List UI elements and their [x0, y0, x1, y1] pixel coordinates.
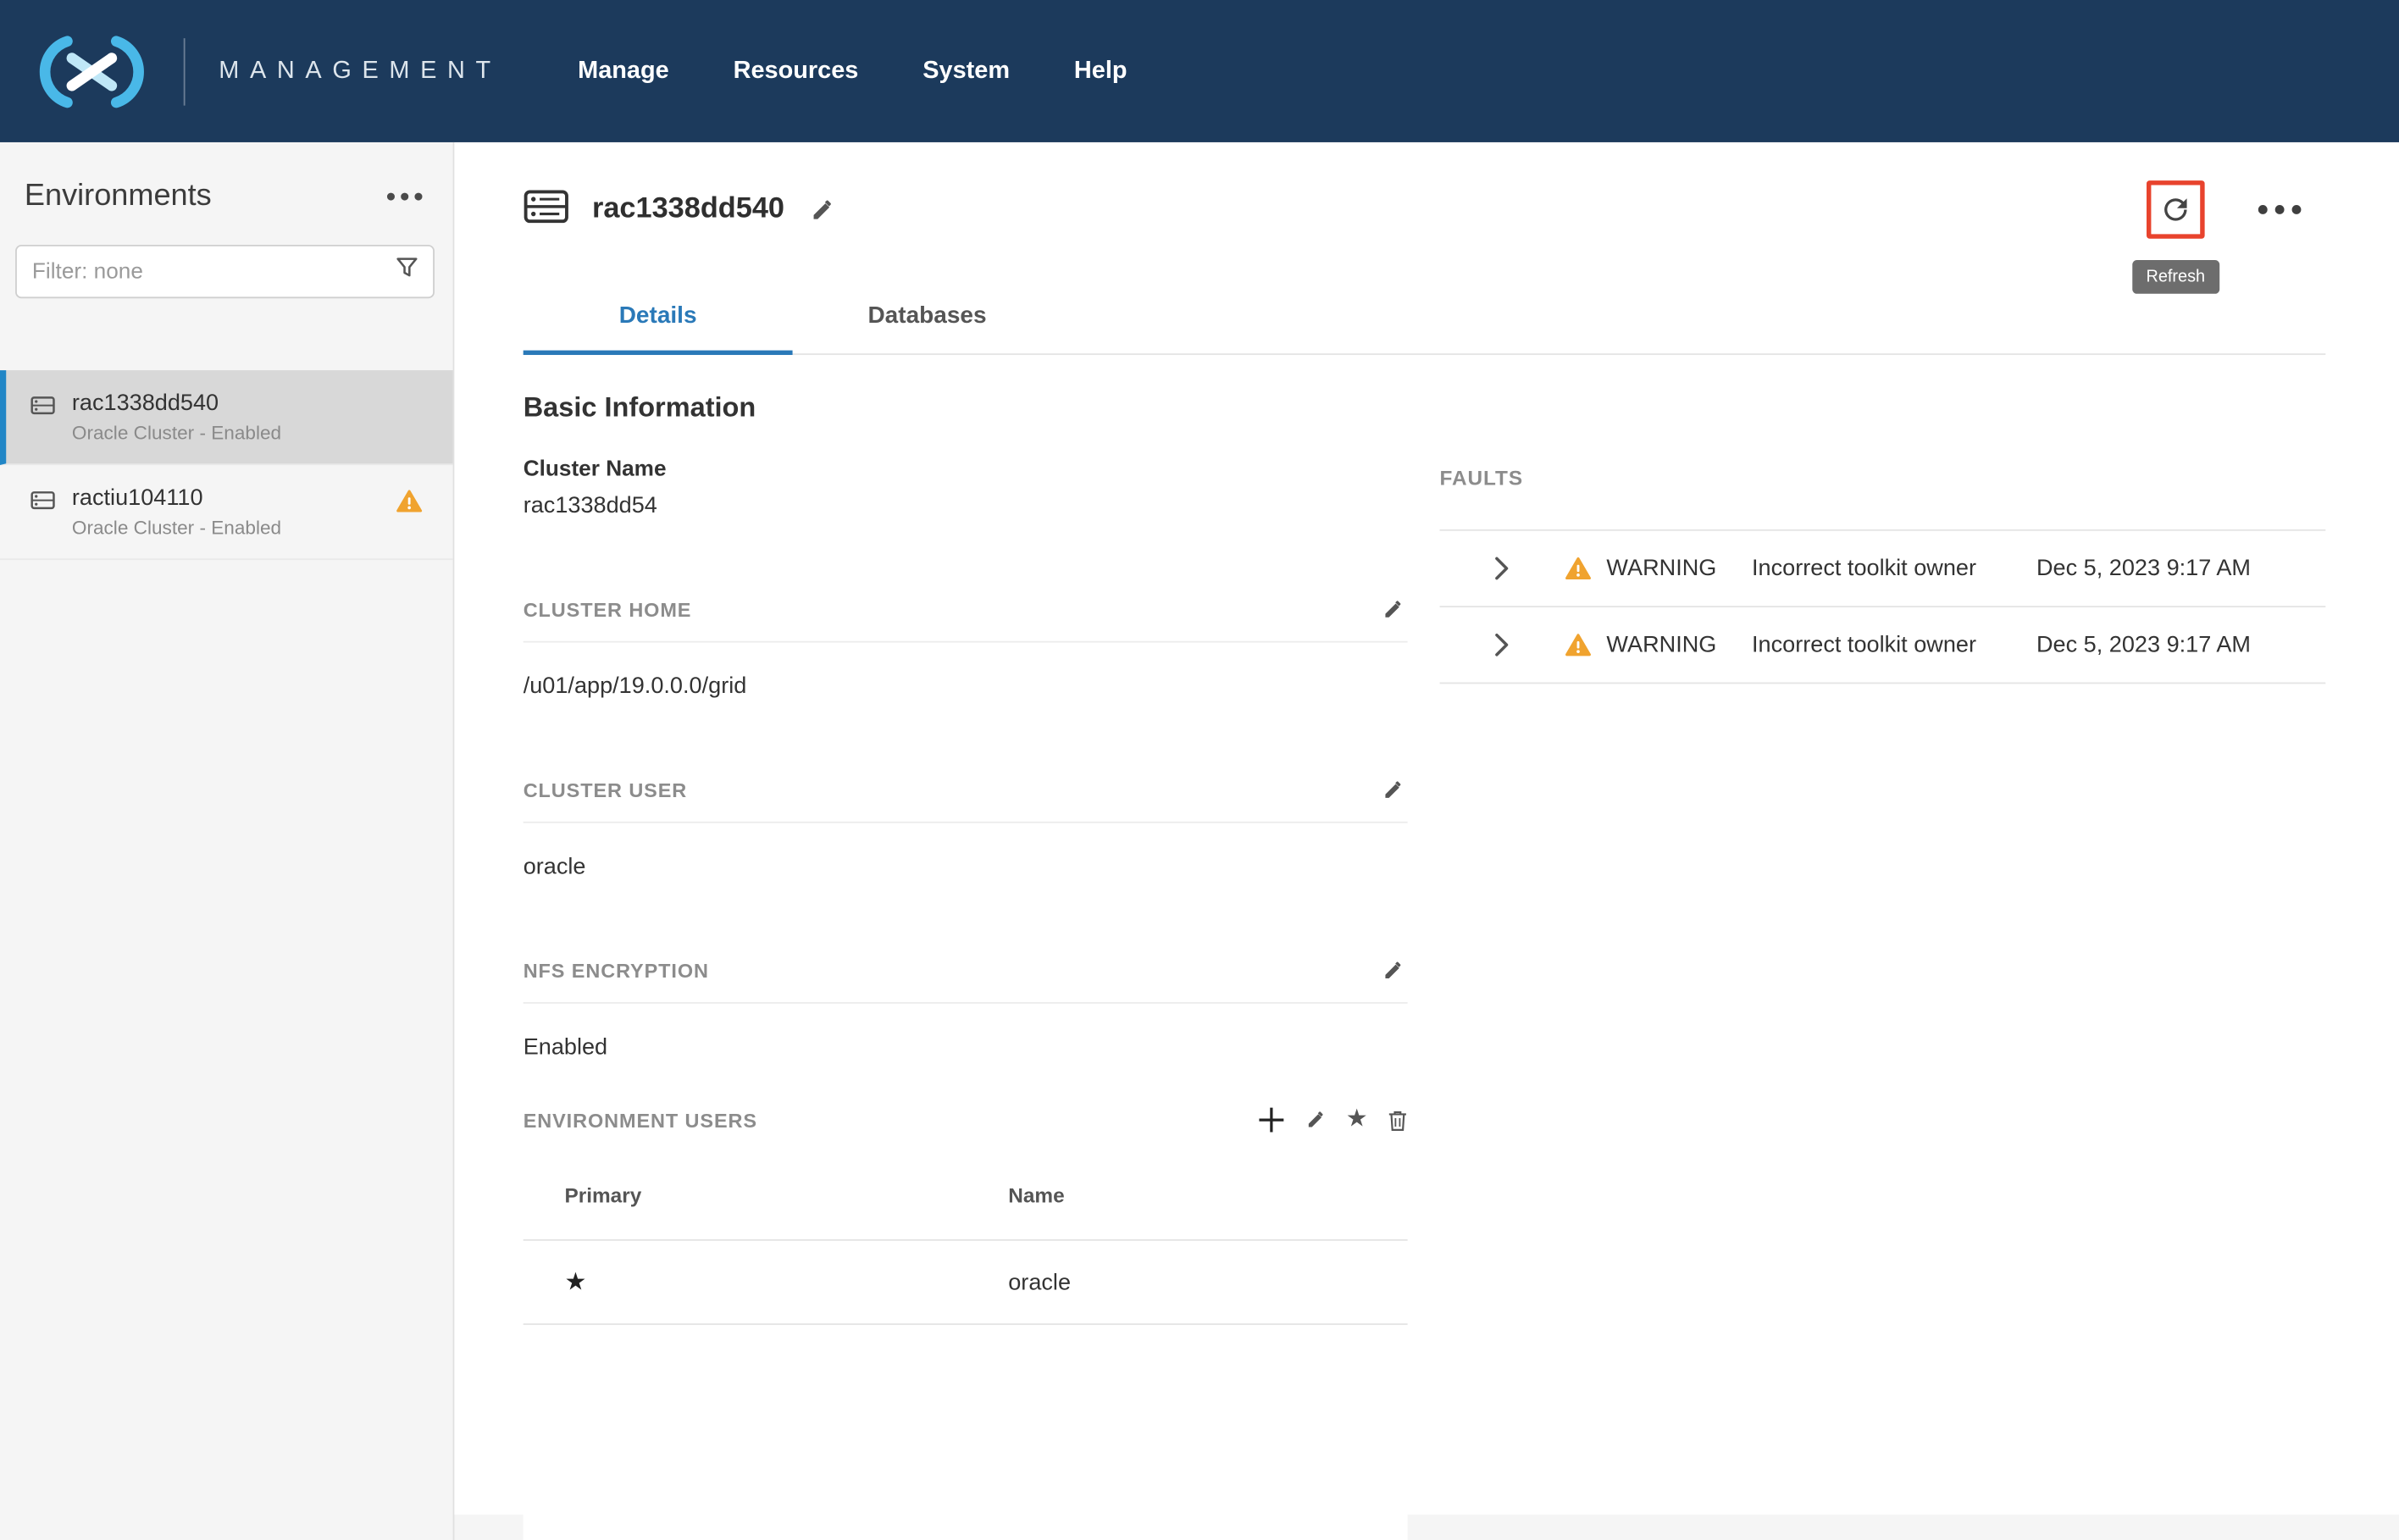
table-row[interactable]: ★ oracle: [524, 1241, 1408, 1325]
edit-nfs-encryption-pencil-icon[interactable]: [1378, 956, 1407, 985]
env-item-rac1338dd540[interactable]: rac1338dd540 Oracle Cluster - Enabled: [0, 370, 453, 465]
env-item-subtitle: Oracle Cluster - Enabled: [72, 422, 281, 443]
fault-description: Incorrect toolkit owner: [1752, 556, 2036, 582]
page-title: rac1338dd540: [592, 193, 784, 227]
edit-user-pencil-icon[interactable]: [1305, 1109, 1326, 1130]
filter-funnel-icon[interactable]: [396, 257, 418, 285]
cluster-home-value: /u01/app/19.0.0.0/grid: [524, 673, 1408, 700]
environment-filter: [15, 245, 435, 298]
nav-help[interactable]: Help: [1074, 58, 1127, 86]
environment-icon: [524, 186, 569, 233]
env-item-subtitle: Oracle Cluster - Enabled: [72, 517, 281, 538]
environment-users-table: Primary Name ★ oracle: [524, 1152, 1408, 1540]
app-window: MANAGEMENT Manage Resources System Help …: [0, 0, 2399, 1540]
nav-resources[interactable]: Resources: [734, 58, 859, 86]
env-item-name: ractiu104110: [72, 484, 281, 514]
fault-date: Dec 5, 2023 9:17 AM: [2036, 556, 2325, 582]
warning-icon: [1565, 557, 1592, 579]
column-header-primary: Primary: [524, 1184, 967, 1207]
cluster-user-label: CLUSTER USER: [524, 778, 687, 801]
fault-description: Incorrect toolkit owner: [1752, 632, 2036, 658]
brand-title: MANAGEMENT: [219, 58, 501, 86]
main-menu: Manage Resources System Help: [578, 58, 1127, 86]
refresh-tooltip: Refresh: [2132, 260, 2219, 294]
set-primary-star-icon[interactable]: ★: [1346, 1108, 1368, 1133]
environment-detail-panel: rac1338dd540 Refresh Details Databases: [454, 142, 2399, 1515]
environment-icon: [30, 395, 55, 463]
delphix-logo-icon[interactable]: [21, 31, 162, 111]
edit-title-pencil-icon[interactable]: [809, 197, 835, 223]
column-header-name: Name: [967, 1184, 1407, 1207]
cluster-user-value: oracle: [524, 854, 1408, 880]
expand-chevron-icon[interactable]: [1495, 634, 1520, 656]
fault-severity: WARNING: [1606, 632, 1752, 658]
expand-chevron-icon[interactable]: [1495, 557, 1520, 579]
environment-icon: [30, 490, 55, 558]
top-navbar: MANAGEMENT Manage Resources System Help: [0, 0, 2399, 142]
faults-heading: FAULTS: [1440, 467, 2326, 490]
actions-more-icon[interactable]: [2247, 199, 2304, 220]
cluster-name-value: rac1338dd54: [524, 493, 1408, 519]
nav-manage[interactable]: Manage: [578, 58, 669, 86]
sidebar-more-icon[interactable]: [378, 186, 425, 206]
user-name-cell: oracle: [967, 1269, 1407, 1295]
faults-list: WARNING Incorrect toolkit owner Dec 5, 2…: [1440, 529, 2326, 684]
fault-severity: WARNING: [1606, 556, 1752, 582]
environment-list: rac1338dd540 Oracle Cluster - Enabled ra…: [0, 370, 453, 560]
cluster-home-label: CLUSTER HOME: [524, 598, 692, 621]
filter-input[interactable]: [32, 259, 396, 284]
warning-icon: [396, 490, 423, 520]
tab-databases[interactable]: Databases: [793, 285, 1062, 353]
table-header-row: Primary Name: [524, 1152, 1408, 1241]
navbar-divider: [184, 37, 186, 104]
environment-users-label: ENVIRONMENT USERS: [524, 1109, 757, 1132]
edit-cluster-home-pencil-icon[interactable]: [1378, 596, 1407, 624]
env-item-ractiu104110[interactable]: ractiu104110 Oracle Cluster - Enabled: [0, 465, 453, 560]
nfs-encryption-label: NFS ENCRYPTION: [524, 959, 709, 982]
delete-user-trash-icon[interactable]: [1388, 1109, 1407, 1132]
warning-icon: [1565, 634, 1592, 656]
fault-row[interactable]: WARNING Incorrect toolkit owner Dec 5, 2…: [1440, 607, 2326, 684]
refresh-button[interactable]: [2147, 180, 2205, 239]
nav-system[interactable]: System: [922, 58, 1010, 86]
detail-tabs: Details Databases: [524, 285, 2326, 355]
fault-row[interactable]: WARNING Incorrect toolkit owner Dec 5, 2…: [1440, 531, 2326, 607]
primary-star-icon: ★: [564, 1270, 586, 1296]
environments-sidebar: Environments rac1338dd540 Oracle Cluster…: [0, 142, 454, 1540]
add-user-icon[interactable]: [1257, 1106, 1285, 1134]
env-item-name: rac1338dd540: [72, 389, 281, 419]
tab-details[interactable]: Details: [524, 285, 793, 355]
fault-date: Dec 5, 2023 9:17 AM: [2036, 632, 2325, 658]
edit-cluster-user-pencil-icon[interactable]: [1378, 776, 1407, 805]
sidebar-title: Environments: [25, 179, 212, 214]
nfs-encryption-value: Enabled: [524, 1034, 1408, 1061]
basic-information-heading: Basic Information: [524, 391, 1408, 424]
cluster-name-label: Cluster Name: [524, 457, 1408, 482]
